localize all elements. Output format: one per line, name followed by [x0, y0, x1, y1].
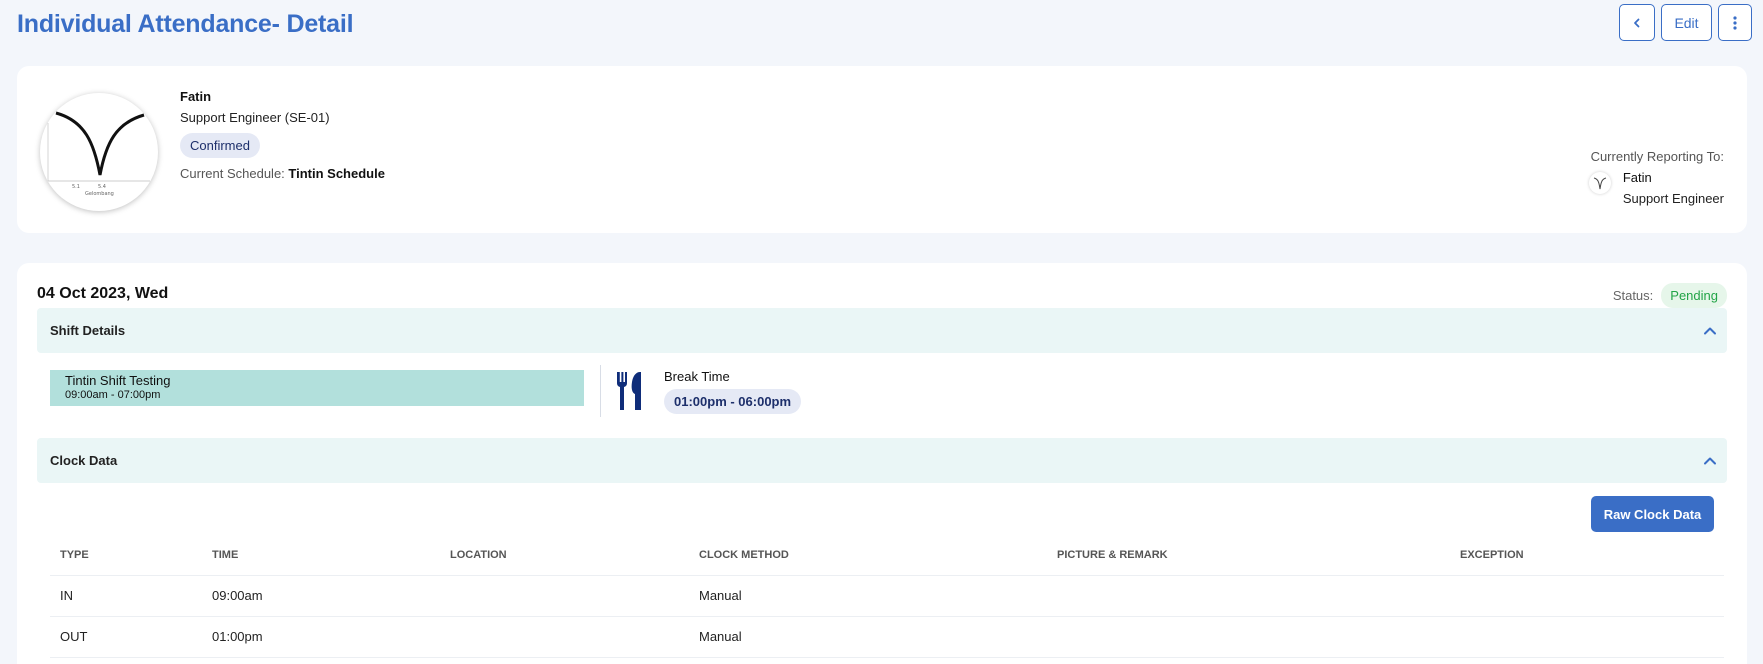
- clock-data-table: TYPE TIME LOCATION CLOCK METHOD PICTURE …: [50, 535, 1724, 658]
- column-header-exception[interactable]: EXCEPTION: [1450, 535, 1724, 576]
- column-header-type[interactable]: TYPE: [50, 535, 202, 576]
- vertical-ellipsis-icon: [1733, 15, 1737, 30]
- attendance-status: Status: Pending: [1613, 283, 1727, 308]
- cell-exception: [1450, 575, 1724, 617]
- cell-clock-method: Manual: [689, 616, 1047, 658]
- status-label: Status:: [1612, 288, 1654, 303]
- reporting-label: Currently Reporting To:: [1590, 149, 1724, 164]
- reporting-person[interactable]: Fatin Support Engineer: [1589, 170, 1724, 206]
- schedule-name: Tintin Schedule: [288, 166, 385, 181]
- avatar-image: 5.1 5.4 Gelombang: [47, 111, 150, 197]
- clock-data-header[interactable]: Clock Data: [37, 438, 1727, 483]
- shift-details-title: Shift Details: [50, 323, 126, 338]
- column-header-clock-method[interactable]: CLOCK METHOD: [689, 535, 1047, 576]
- vertical-divider: [600, 365, 601, 417]
- header-actions: Edit: [1619, 4, 1752, 41]
- reporting-to: Currently Reporting To: Fatin Support En…: [1589, 149, 1724, 206]
- manager-title: Support Engineer: [1622, 191, 1724, 206]
- page-title: Individual Attendance- Detail: [17, 10, 354, 38]
- cell-time: 09:00am: [202, 575, 440, 617]
- svg-text:5.1: 5.1: [72, 184, 80, 190]
- svg-text:Gelombang: Gelombang: [85, 191, 114, 197]
- employee-name: Fatin: [180, 89, 212, 104]
- chevron-up-icon[interactable]: [1703, 326, 1717, 336]
- break-time-label: Break Time: [664, 369, 730, 384]
- cell-type: OUT: [50, 616, 202, 658]
- table-header-row: TYPE TIME LOCATION CLOCK METHOD PICTURE …: [50, 535, 1724, 576]
- column-header-location[interactable]: LOCATION: [440, 535, 689, 576]
- status-badge: Pending: [1661, 283, 1727, 308]
- cell-location: [440, 575, 689, 617]
- cell-type: IN: [50, 575, 202, 617]
- employment-status-badge: Confirmed: [180, 133, 260, 158]
- cell-clock-method: Manual: [689, 575, 1047, 617]
- shift-details-header[interactable]: Shift Details: [37, 308, 1727, 353]
- employee-info: Fatin Support Engineer (SE-01) Confirmed…: [180, 89, 385, 181]
- raw-clock-data-button[interactable]: Raw Clock Data: [1591, 496, 1714, 532]
- cell-picture-remark: [1047, 616, 1450, 658]
- current-schedule: Current Schedule: Tintin Schedule: [180, 166, 385, 181]
- chevron-up-icon[interactable]: [1703, 456, 1717, 466]
- manager-name: Fatin: [1622, 170, 1652, 185]
- cell-exception: [1450, 616, 1724, 658]
- cell-time: 01:00pm: [202, 616, 440, 658]
- back-button[interactable]: [1619, 4, 1655, 41]
- employee-profile-card: 5.1 5.4 Gelombang Fatin Support Engineer…: [17, 66, 1747, 233]
- cell-location: [440, 616, 689, 658]
- more-options-button[interactable]: [1718, 4, 1752, 41]
- attendance-date: 04 Oct 2023, Wed: [37, 285, 169, 302]
- schedule-label: Current Schedule:: [180, 166, 285, 181]
- employee-role: Support Engineer (SE-01): [180, 110, 330, 125]
- shift-name: Tintin Shift Testing: [65, 373, 171, 388]
- chevron-left-icon: [1634, 18, 1640, 27]
- column-header-picture-remark[interactable]: PICTURE & REMARK: [1047, 535, 1450, 576]
- cell-picture-remark: [1047, 575, 1450, 617]
- attendance-detail-card: 04 Oct 2023, Wed Status: Pending Shift D…: [17, 263, 1747, 664]
- edit-button[interactable]: Edit: [1661, 4, 1712, 41]
- table-row[interactable]: OUT 01:00pm Manual: [50, 616, 1724, 658]
- clock-data-title: Clock Data: [50, 453, 118, 468]
- shift-time: 09:00am - 07:00pm: [65, 389, 161, 401]
- svg-text:5.4: 5.4: [98, 184, 106, 190]
- break-time-badge: 01:00pm - 06:00pm: [664, 389, 802, 414]
- shift-block: Tintin Shift Testing 09:00am - 07:00pm: [50, 370, 584, 406]
- manager-avatar: [1589, 172, 1611, 194]
- column-header-time[interactable]: TIME: [202, 535, 440, 576]
- table-row[interactable]: IN 09:00am Manual: [50, 575, 1724, 617]
- fork-knife-icon: [616, 372, 641, 410]
- employee-avatar: 5.1 5.4 Gelombang: [40, 93, 158, 211]
